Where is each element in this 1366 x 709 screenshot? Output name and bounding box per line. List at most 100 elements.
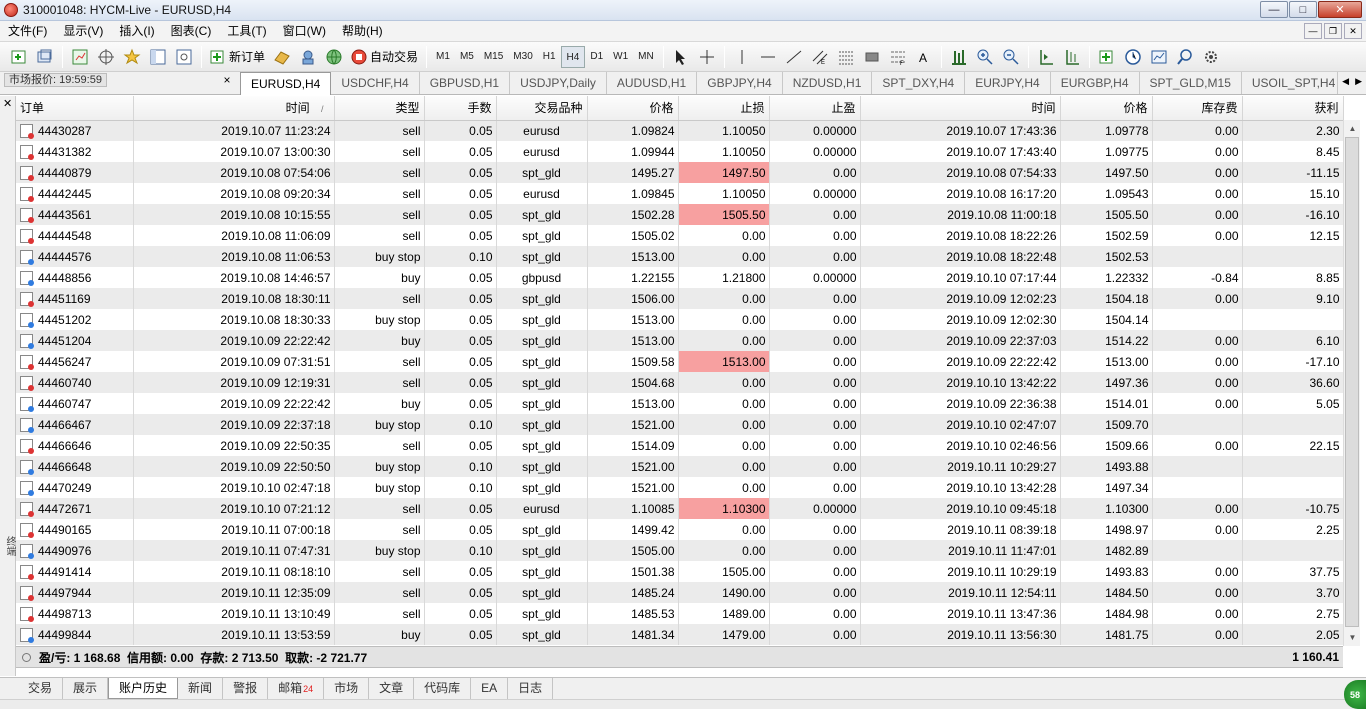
menu-charts[interactable]: 图表(C) [163, 21, 220, 42]
table-row[interactable]: 44451202 2019.10.08 18:30:33 buy stop 0.05 s… [16, 309, 1344, 330]
metaeditor-icon[interactable] [271, 46, 293, 68]
chart-tab-gbpusd-h1[interactable]: GBPUSD,H1 [420, 72, 511, 94]
bottom-tab-9[interactable]: EA [471, 678, 509, 699]
maximize-button[interactable]: □ [1289, 1, 1317, 18]
col-header-close-time[interactable]: 时间 [860, 96, 1061, 121]
col-header-lots[interactable]: 手数 [424, 96, 497, 121]
bottom-tab-6[interactable]: 市场 [324, 678, 370, 699]
table-row[interactable]: 44451169 2019.10.08 18:30:11 sell 0.05 spt_g… [16, 288, 1344, 309]
timeframe-mn-button[interactable]: MN [633, 46, 659, 68]
signals-icon[interactable] [297, 46, 319, 68]
bottom-tab-5[interactable]: 邮箱24 [268, 678, 325, 699]
timeframe-m30-button[interactable]: M30 [508, 46, 537, 68]
col-header-type[interactable]: 类型 [334, 96, 425, 121]
tester-icon[interactable] [173, 46, 195, 68]
new-chart-icon[interactable] [8, 46, 30, 68]
table-row[interactable]: 44499844 2019.10.11 13:53:59 buy 0.05 spt_gl… [16, 624, 1344, 645]
menu-view[interactable]: 显示(V) [55, 21, 111, 42]
vertical-line-icon[interactable] [731, 46, 753, 68]
table-row[interactable]: 44430287 2019.10.07 11:23:24 sell 0.05 eurus… [16, 120, 1344, 141]
terminal-icon[interactable] [147, 46, 169, 68]
table-row[interactable]: 44466648 2019.10.09 22:50:50 buy stop 0.10 s… [16, 456, 1344, 477]
chart-tab-spt-gld-m15[interactable]: SPT_GLD,M15 [1140, 72, 1242, 94]
table-row[interactable]: 44490976 2019.10.11 07:47:31 buy stop 0.10 s… [16, 540, 1344, 561]
terminal-close-icon[interactable]: ✕ [3, 97, 12, 110]
auto-trade-button[interactable]: 自动交易 [347, 46, 422, 68]
timeframe-m1-button[interactable]: M1 [431, 46, 455, 68]
table-row[interactable]: 44460747 2019.10.09 22:22:42 buy 0.05 spt_gl… [16, 393, 1344, 414]
scrollbar-thumb[interactable] [1345, 137, 1359, 627]
profiles-icon[interactable] [34, 46, 56, 68]
child-restore-button[interactable]: ❐ [1324, 23, 1342, 39]
market-watch-icon[interactable] [69, 46, 91, 68]
indicators-icon[interactable] [1096, 46, 1118, 68]
crosshair-icon[interactable] [696, 46, 718, 68]
chart-tab-eurjpy-h4[interactable]: EURJPY,H4 [965, 72, 1051, 94]
table-row[interactable]: 44451204 2019.10.09 22:22:42 buy 0.05 spt_gl… [16, 330, 1344, 351]
table-row[interactable]: 44466467 2019.10.09 22:37:18 buy stop 0.10 s… [16, 414, 1344, 435]
chart-bars-icon[interactable] [948, 46, 970, 68]
col-header-price[interactable]: 价格 [587, 96, 679, 121]
table-row[interactable]: 44448856 2019.10.08 14:46:57 buy 0.05 gbpusd… [16, 267, 1344, 288]
navigator-icon[interactable] [121, 46, 143, 68]
auto-scroll-icon[interactable] [1061, 46, 1083, 68]
table-row[interactable]: 44431382 2019.10.07 13:00:30 sell 0.05 eurus… [16, 141, 1344, 162]
bottom-tab-0[interactable]: 交易 [18, 678, 64, 699]
table-row[interactable]: 44491414 2019.10.11 08:18:10 sell 0.05 spt_g… [16, 561, 1344, 582]
menu-insert[interactable]: 插入(I) [111, 21, 162, 42]
bottom-tab-10[interactable]: 日志 [508, 678, 554, 699]
tab-scroll-left-icon[interactable]: ◀ [1342, 76, 1349, 87]
timeframe-h4-button[interactable]: H4 [560, 45, 586, 68]
search-icon[interactable] [1174, 46, 1196, 68]
horizontal-line-icon[interactable] [757, 46, 779, 68]
menu-file[interactable]: 文件(F) [0, 21, 55, 42]
tab-scroll-right-icon[interactable]: ▶ [1355, 76, 1362, 87]
trendline-icon[interactable] [783, 46, 805, 68]
minimize-button[interactable]: — [1260, 1, 1288, 18]
vertical-scrollbar[interactable]: ▲ ▼ [1343, 120, 1360, 646]
col-header-tp[interactable]: 止盈 [769, 96, 861, 121]
chart-tab-usdchf-h4[interactable]: USDCHF,H4 [331, 72, 420, 94]
zoom-out-icon[interactable] [1000, 46, 1022, 68]
text-tool-icon[interactable]: A [913, 46, 935, 68]
market-watch-close-icon[interactable]: × [220, 73, 234, 87]
col-header-order[interactable]: 订单 [16, 96, 134, 121]
timeframe-d1-button[interactable]: D1 [585, 46, 608, 68]
child-minimize-button[interactable]: — [1304, 23, 1322, 39]
close-button[interactable]: ✕ [1318, 1, 1362, 18]
chart-tab-usdjpy-daily[interactable]: USDJPY,Daily [510, 72, 607, 94]
chart-tab-usoil-spt-h4[interactable]: USOIL_SPT,H4 [1242, 72, 1338, 94]
child-close-button[interactable]: ✕ [1344, 23, 1362, 39]
menu-window[interactable]: 窗口(W) [275, 21, 334, 42]
table-row[interactable]: 44490165 2019.10.11 07:00:18 sell 0.05 spt_g… [16, 519, 1344, 540]
col-header-sl[interactable]: 止损 [678, 96, 770, 121]
chart-tab-audusd-h1[interactable]: AUDUSD,H1 [607, 72, 698, 94]
bottom-tab-3[interactable]: 新闻 [178, 678, 224, 699]
scroll-down-icon[interactable]: ▼ [1344, 629, 1361, 646]
fibonacci-icon[interactable] [835, 46, 857, 68]
col-header-close-price[interactable]: 价格 [1060, 96, 1153, 121]
scroll-up-icon[interactable]: ▲ [1344, 120, 1361, 137]
templates-icon[interactable] [1148, 46, 1170, 68]
timeframe-w1-button[interactable]: W1 [608, 46, 633, 68]
chart-tab-gbpjpy-h4[interactable]: GBPJPY,H4 [697, 72, 783, 94]
chart-tab-eurgbp-h4[interactable]: EURGBP,H4 [1051, 72, 1140, 94]
gann-icon[interactable]: F [887, 46, 909, 68]
bottom-tab-8[interactable]: 代码库 [414, 678, 472, 699]
table-row[interactable]: 44472671 2019.10.10 07:21:12 sell 0.05 eurus… [16, 498, 1344, 519]
menu-help[interactable]: 帮助(H) [334, 21, 391, 42]
table-row[interactable]: 44466646 2019.10.09 22:50:35 sell 0.05 spt_g… [16, 435, 1344, 456]
corner-badge[interactable]: 58 [1344, 680, 1366, 709]
timeframe-m15-button[interactable]: M15 [479, 46, 508, 68]
col-header-open-time[interactable]: 时间 / [133, 96, 335, 121]
bottom-tab-7[interactable]: 文章 [369, 678, 415, 699]
chart-shift-icon[interactable] [1035, 46, 1057, 68]
data-window-icon[interactable] [95, 46, 117, 68]
zoom-in-icon[interactable] [974, 46, 996, 68]
rectangle-icon[interactable] [861, 46, 883, 68]
table-row[interactable]: 44498713 2019.10.11 13:10:49 sell 0.05 spt_g… [16, 603, 1344, 624]
timeframe-m5-button[interactable]: M5 [455, 46, 479, 68]
table-row[interactable]: 44460740 2019.10.09 12:19:31 sell 0.05 spt_g… [16, 372, 1344, 393]
options-gear-icon[interactable] [1200, 46, 1222, 68]
col-header-profit[interactable]: 获利 [1242, 96, 1344, 121]
